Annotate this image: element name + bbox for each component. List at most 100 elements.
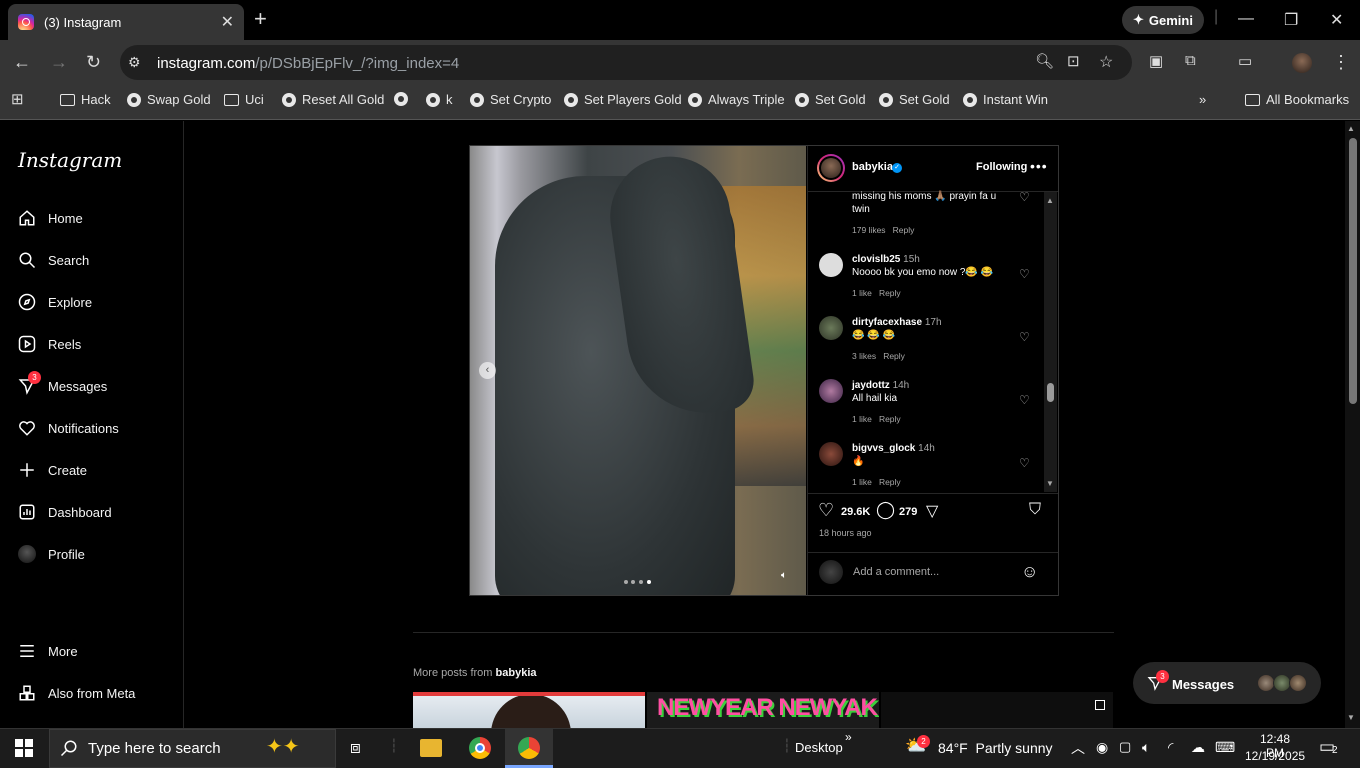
- bookmark-item[interactable]: Set Gold: [879, 92, 950, 107]
- reply-button[interactable]: Reply: [879, 477, 901, 487]
- task-view-icon[interactable]: ⧈: [350, 738, 361, 758]
- more-posts-user[interactable]: babykia: [496, 667, 537, 679]
- wifi-icon[interactable]: ◜: [1168, 739, 1173, 756]
- instagram-logo[interactable]: Instagram: [18, 148, 122, 172]
- reply-button[interactable]: Reply: [883, 351, 905, 361]
- reload-icon[interactable]: ↻: [86, 52, 101, 73]
- commenter-username[interactable]: bigvvs_glock: [852, 443, 915, 454]
- chrome-icon[interactable]: [469, 737, 491, 759]
- comment-bubble-icon[interactable]: ◯: [876, 500, 895, 520]
- site-settings-icon[interactable]: ⚙: [128, 54, 141, 71]
- more-post-thumb[interactable]: [413, 692, 645, 728]
- more-post-thumb[interactable]: NEWYEAR NEWYAK: [647, 692, 879, 728]
- save-bookmark-icon[interactable]: ⛉: [1029, 501, 1041, 519]
- sidebar-item-profile[interactable]: Profile: [18, 545, 85, 563]
- like-heart-icon[interactable]: ♡: [818, 500, 834, 521]
- keyboard-icon[interactable]: ⌨: [1215, 739, 1235, 756]
- comment-likes[interactable]: 1 like: [852, 414, 872, 424]
- all-bookmarks-button[interactable]: All Bookmarks: [1245, 92, 1349, 107]
- bookmark-item[interactable]: Instant Win: [963, 92, 1048, 107]
- bookmark-item[interactable]: Set Gold: [795, 92, 866, 107]
- weather-text[interactable]: 84°F Partly sunny: [938, 740, 1053, 756]
- apps-grid-icon[interactable]: ⊞: [11, 90, 24, 108]
- back-icon[interactable]: ←: [13, 52, 31, 73]
- window-close-icon[interactable]: ✕: [1330, 10, 1343, 30]
- scroll-up-arrow-icon[interactable]: ▲: [1046, 196, 1054, 205]
- gemini-button[interactable]: ✦ Gemini: [1122, 6, 1204, 34]
- bookmark-item[interactable]: Swap Gold: [127, 92, 211, 107]
- previous-image-button[interactable]: ‹: [479, 362, 496, 379]
- comment-like-heart-icon[interactable]: ♡: [1019, 330, 1030, 344]
- commenter-username[interactable]: clovislb25: [852, 254, 900, 265]
- following-button[interactable]: Following: [976, 161, 1027, 173]
- install-app-icon[interactable]: ⊡: [1067, 52, 1080, 70]
- share-icon[interactable]: ▽: [926, 501, 938, 521]
- file-explorer-icon[interactable]: [420, 739, 442, 757]
- sidebar-item-also-from-meta[interactable]: Also from Meta: [18, 684, 135, 702]
- bookmark-item[interactable]: Set Players Gold: [564, 92, 682, 107]
- like-count[interactable]: 29.6K: [841, 506, 870, 518]
- commenter-avatar[interactable]: [819, 379, 843, 403]
- windows-start-icon[interactable]: [15, 739, 33, 757]
- extensions-icon[interactable]: ⧉: [1185, 52, 1196, 69]
- extension-app-icon[interactable]: ▣: [1149, 52, 1163, 70]
- comment-count[interactable]: 279: [899, 506, 917, 518]
- audio-icon[interactable]: 🔈︎: [781, 570, 787, 581]
- commenter-avatar[interactable]: [819, 316, 843, 340]
- volume-icon[interactable]: 🔈︎: [1142, 739, 1150, 756]
- author-username[interactable]: babykia: [852, 161, 893, 173]
- bookmark-item[interactable]: k: [426, 92, 453, 107]
- reply-button[interactable]: Reply: [879, 414, 901, 424]
- reply-button[interactable]: Reply: [879, 288, 901, 298]
- sidebar-item-home[interactable]: Home: [18, 209, 83, 227]
- url-text[interactable]: instagram.com/p/DSbBjEpFlv_/?img_index=4: [157, 55, 459, 72]
- new-tab-button[interactable]: +: [254, 8, 267, 30]
- commenter-username[interactable]: jaydottz: [852, 380, 890, 391]
- reply-button[interactable]: Reply: [893, 225, 915, 235]
- sidebar-item-explore[interactable]: Explore: [18, 293, 92, 311]
- scroll-down-arrow-icon[interactable]: ▼: [1046, 479, 1054, 488]
- bookmark-star-icon[interactable]: ☆: [1099, 52, 1113, 72]
- sidebar-item-search[interactable]: Search: [18, 251, 89, 269]
- comment-like-heart-icon[interactable]: ♡: [1019, 456, 1030, 470]
- tray-overflow-icon[interactable]: ︿: [1071, 738, 1085, 758]
- sidebar-item-reels[interactable]: Reels: [18, 335, 81, 353]
- comment-likes[interactable]: 1 like: [852, 477, 872, 487]
- cast-icon[interactable]: ▭: [1238, 52, 1252, 70]
- sidebar-item-messages[interactable]: 3 Messages: [18, 371, 107, 395]
- bookmarks-overflow-icon[interactable]: »: [1199, 92, 1206, 107]
- toolbar-overflow-icon[interactable]: »: [845, 730, 852, 744]
- bookmark-item[interactable]: Always Triple: [688, 92, 785, 107]
- sidebar-item-dashboard[interactable]: Dashboard: [18, 503, 112, 521]
- comments-scroll-thumb[interactable]: [1047, 383, 1054, 402]
- comments-scrollbar[interactable]: [1044, 192, 1057, 492]
- bookmark-item[interactable]: Set Crypto: [470, 92, 551, 107]
- minimize-icon[interactable]: —: [1238, 10, 1254, 28]
- commenter-avatar[interactable]: [819, 253, 843, 277]
- copilot-sparkle-icon[interactable]: ✦✦: [266, 734, 300, 759]
- post-media[interactable]: [470, 146, 806, 595]
- tab-instagram[interactable]: (3) Instagram ✕: [8, 4, 244, 40]
- menu-dots-icon[interactable]: ⋮: [1332, 52, 1350, 73]
- restore-icon[interactable]: ❐: [1284, 10, 1298, 30]
- more-post-thumb[interactable]: [881, 692, 1113, 728]
- forward-icon[interactable]: →: [50, 52, 68, 73]
- network-icon[interactable]: ▢: [1119, 739, 1131, 755]
- add-comment-input[interactable]: Add a comment...: [853, 566, 939, 578]
- comment-like-heart-icon[interactable]: ♡: [1019, 267, 1030, 281]
- comment-like-heart-icon[interactable]: ♡: [1019, 190, 1030, 204]
- bookmark-item[interactable]: Hack: [60, 92, 111, 107]
- chrome-active-window[interactable]: [505, 729, 553, 768]
- desktop-toolbar-label[interactable]: Desktop: [795, 740, 843, 755]
- comment-likes[interactable]: 179 likes: [852, 225, 886, 235]
- sidebar-item-more[interactable]: More: [18, 642, 78, 660]
- bookmark-item[interactable]: Uci: [224, 92, 264, 107]
- profile-avatar[interactable]: [1292, 53, 1312, 73]
- page-scroll-down-icon[interactable]: ▼: [1347, 713, 1355, 722]
- page-scroll-up-icon[interactable]: ▲: [1347, 124, 1355, 133]
- commenter-username[interactable]: dirtyfacexhase: [852, 317, 922, 328]
- commenter-avatar[interactable]: [819, 442, 843, 466]
- bookmark-item[interactable]: Reset All Gold: [282, 92, 384, 107]
- comment-likes[interactable]: 3 likes: [852, 351, 876, 361]
- emoji-icon[interactable]: ☺: [1021, 562, 1038, 582]
